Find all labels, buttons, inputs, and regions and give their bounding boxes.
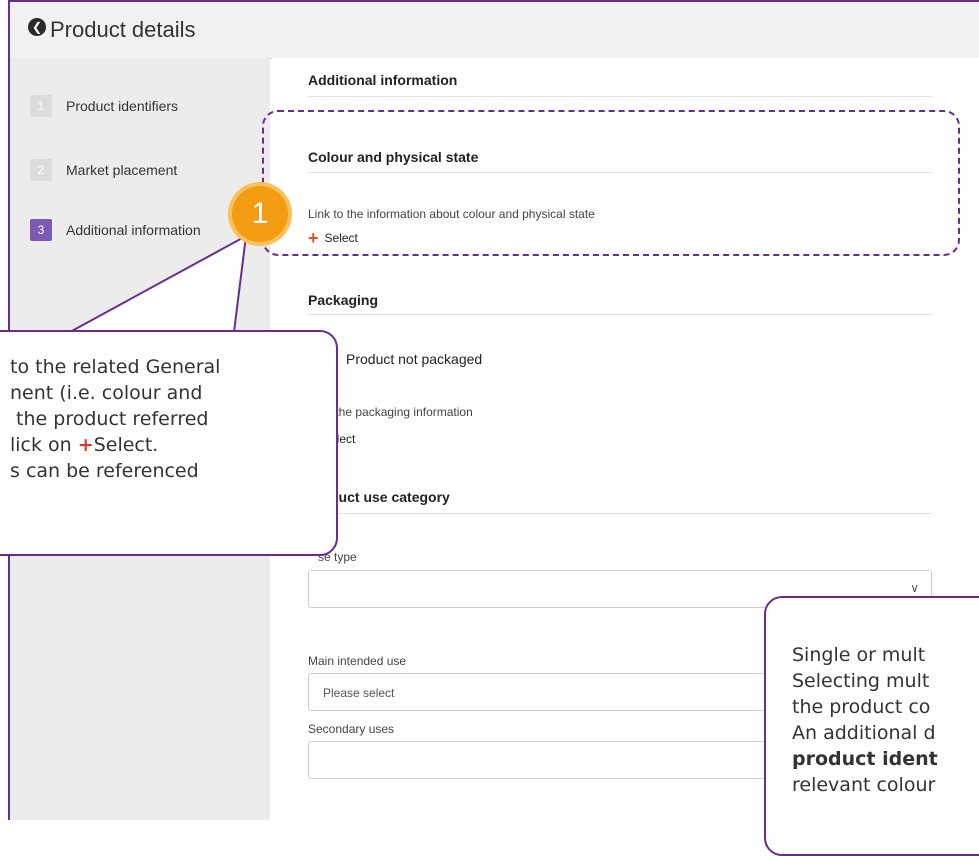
header: ❮ Product details (10, 2, 979, 59)
divider (308, 513, 932, 514)
section-title-packaging: Packaging (308, 292, 379, 308)
secondary-uses-label: Secondary uses (308, 722, 395, 736)
step-badge: 1 (232, 186, 288, 242)
back-icon[interactable]: ❮ (28, 18, 46, 36)
step-label: Product identifiers (66, 98, 179, 114)
step-label: Additional information (66, 222, 201, 238)
step-number: 1 (30, 95, 52, 117)
callout-use-category: Single or mult Selecting mult the produc… (764, 596, 979, 856)
callout-use-text: Single or mult Selecting mult the produc… (792, 644, 938, 796)
section-title-use-category: duct use category (330, 489, 450, 505)
main-use-label: Main intended use (308, 654, 407, 668)
step-number: 3 (30, 219, 52, 241)
chevron-down-icon: ∨ (910, 581, 919, 595)
sidebar-step-product-identifiers[interactable]: 1 Product identifiers (30, 94, 178, 118)
packaging-link-text: to the packaging information (322, 405, 473, 419)
highlight-box (262, 110, 960, 256)
step-number: 2 (30, 159, 52, 181)
divider (308, 96, 932, 97)
sidebar-step-market-placement[interactable]: 2 Market placement (30, 158, 177, 182)
divider (308, 314, 932, 315)
callout-colour: to the related General nent (i.e. colour… (0, 330, 338, 556)
not-packaged-label: Product not packaged (346, 351, 483, 367)
callout-colour-text: to the related General nent (i.e. colour… (10, 356, 221, 482)
main-use-placeholder: Please select (323, 686, 395, 700)
sidebar-step-additional-information[interactable]: 3 Additional information (30, 218, 201, 242)
page-title: Product details (50, 17, 196, 42)
step-label: Market placement (66, 162, 178, 178)
section-title-additional: Additional information (308, 72, 458, 88)
